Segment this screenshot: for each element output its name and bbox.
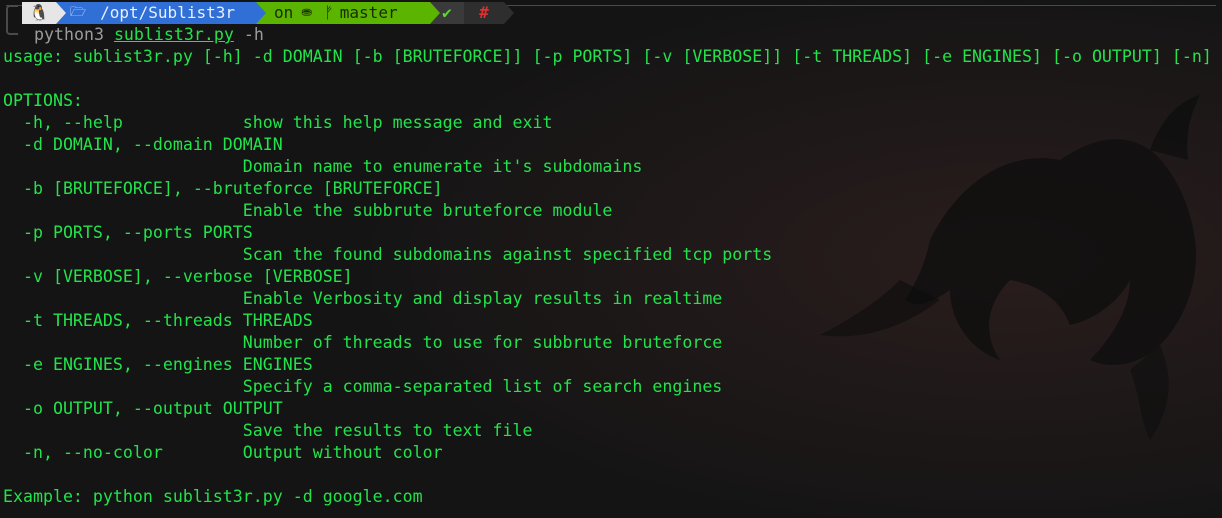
- option-line: Save the results to text file: [3, 421, 533, 440]
- branch-icon: ᚠ: [324, 3, 334, 22]
- usage-line: usage: sublist3r.py [-h] -d DOMAIN [-b […: [3, 47, 1212, 66]
- option-line: Scan the found subdomains against specif…: [3, 245, 773, 264]
- option-line: -p PORTS, --ports PORTS: [3, 223, 253, 242]
- root-indicator-segment: #: [464, 2, 504, 24]
- checkmark-icon: ✔: [442, 3, 452, 22]
- os-segment-arrow: [56, 2, 66, 24]
- command-script[interactable]: sublist3r.py: [114, 25, 234, 44]
- github-icon: ⛂: [301, 5, 313, 20]
- root-segment-arrow: [504, 2, 514, 24]
- on-label: on: [274, 3, 294, 22]
- option-line: -h, --help show this help message and ex…: [3, 113, 553, 132]
- branch-name: master: [339, 3, 398, 22]
- option-line: Number of threads to use for subbrute br…: [3, 333, 723, 352]
- option-line: Enable Verbosity and display results in …: [3, 289, 723, 308]
- directory-segment: 🗁 /opt/Sublist3r: [56, 2, 256, 24]
- example-line: Example: python sublist3r.py -d google.c…: [3, 487, 423, 506]
- command-program: python3: [34, 25, 104, 44]
- option-line: -v [VERBOSE], --verbose [VERBOSE]: [3, 267, 353, 286]
- git-segment-arrow: [430, 2, 440, 24]
- option-line: -n, --no-color Output without color: [3, 443, 443, 462]
- option-line: -e ENGINES, --engines ENGINES: [3, 355, 313, 374]
- shell-prompt: 🐧 🗁 /opt/Sublist3r on ⛂ ᚠ master ✔ #: [0, 2, 1222, 35]
- option-line: -d DOMAIN, --domain DOMAIN: [3, 135, 283, 154]
- option-line: -b [BRUTEFORCE], --bruteforce [BRUTEFORC…: [3, 179, 443, 198]
- current-path: /opt/Sublist3r: [100, 3, 235, 22]
- option-line: -t THREADS, --threads THREADS: [3, 311, 313, 330]
- prompt-corner-bracket: [6, 5, 18, 35]
- root-hash-icon: #: [479, 3, 489, 22]
- option-line: Domain name to enumerate it's subdomains: [3, 157, 643, 176]
- command-args: -h: [243, 25, 264, 44]
- command-line[interactable]: python3 sublist3r.py -h: [34, 24, 264, 46]
- option-line: Enable the subbrute bruteforce module: [3, 201, 613, 220]
- os-segment: 🐧: [22, 2, 56, 24]
- folder-icon: 🗁: [70, 5, 87, 20]
- linux-tux-icon: 🐧: [29, 3, 49, 22]
- git-segment: on ⛂ ᚠ master: [256, 2, 430, 24]
- options-header: OPTIONS:: [3, 91, 83, 110]
- option-line: Specify a comma-separated list of search…: [3, 377, 723, 396]
- option-line: -o OUTPUT, --output OUTPUT: [3, 399, 283, 418]
- terminal-window[interactable]: 🐧 🗁 /opt/Sublist3r on ⛂ ᚠ master ✔ # pyt…: [0, 0, 1222, 518]
- directory-segment-arrow: [256, 2, 266, 24]
